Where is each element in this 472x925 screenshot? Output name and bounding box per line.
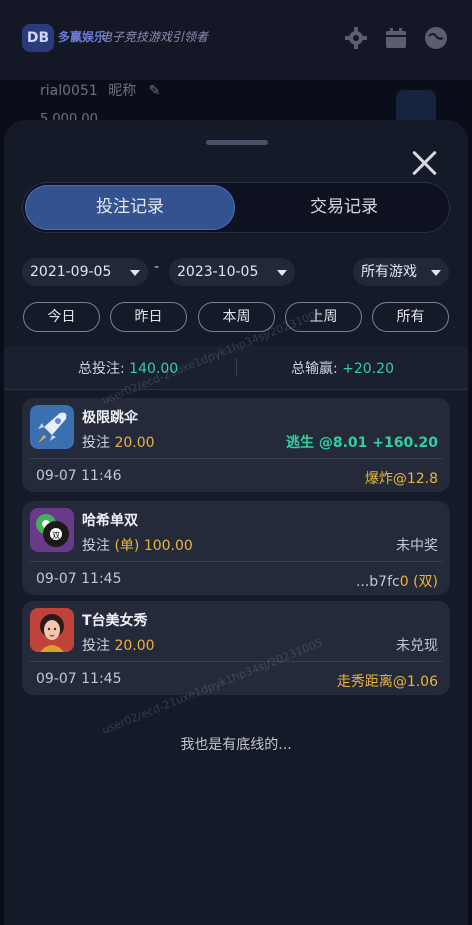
hash-result: 0 (双) bbox=[399, 574, 438, 590]
end-of-list-text: 我也是有底线的... bbox=[180, 737, 292, 753]
total-bet: 总投注: 140.00 bbox=[78, 358, 178, 378]
bet-result: 未中奖 bbox=[396, 538, 438, 554]
total-bet-value: 140.00 bbox=[129, 361, 179, 377]
bet-amount: 投注 20.00 bbox=[82, 432, 155, 452]
hash-prefix: ...b7fc bbox=[355, 574, 400, 590]
caret-down-icon bbox=[277, 270, 287, 276]
range-this-week-button[interactable]: 本周 bbox=[198, 302, 275, 332]
record-tabs: 投注记录 交易记录 bbox=[22, 182, 450, 233]
app-logo: DB bbox=[22, 24, 54, 52]
card-divider bbox=[30, 561, 442, 562]
bet-label: 投注 bbox=[82, 435, 110, 451]
start-date-value: 2021-09-05 bbox=[30, 264, 112, 280]
record-card[interactable]: T台美女秀 投注 20.00 未兑现 09-07 11:45 走秀距离@1.06 bbox=[22, 601, 450, 695]
calendar-icon[interactable] bbox=[384, 26, 408, 50]
username-row: rial0051 昵称 ✎ bbox=[40, 80, 160, 100]
card-divider bbox=[30, 458, 442, 459]
record-card[interactable]: 极限跳伞 投注 20.00 逃生 @8.01 +160.20 09-07 11:… bbox=[22, 398, 450, 492]
rocket-icon bbox=[30, 405, 74, 449]
woman-portrait-icon bbox=[30, 608, 74, 652]
caret-down-icon bbox=[431, 270, 441, 276]
bet-value: (单) 100.00 bbox=[114, 538, 193, 554]
bet-detail: 走秀距离@1.06 bbox=[336, 674, 438, 690]
bet-result: 逃生 @8.01 +160.20 bbox=[285, 435, 438, 451]
bet-time: 09-07 11:45 bbox=[36, 671, 122, 687]
pencil-icon[interactable]: ✎ bbox=[149, 83, 161, 99]
range-yesterday-button[interactable]: 昨日 bbox=[110, 302, 187, 332]
close-icon[interactable] bbox=[408, 147, 440, 179]
total-win-value: +20.20 bbox=[342, 361, 394, 377]
bet-time: 09-07 11:45 bbox=[36, 571, 122, 587]
bet-label: 投注 bbox=[82, 638, 110, 654]
bet-detail: 爆炸@12.8 bbox=[364, 471, 438, 487]
date-separator: - bbox=[154, 259, 160, 275]
total-win: 总输赢: +20.20 bbox=[291, 358, 394, 378]
brand-slogan: 电子竞技游戏引领者 bbox=[100, 30, 209, 44]
game-name: T台美女秀 bbox=[82, 613, 148, 629]
username: rial0051 bbox=[40, 83, 98, 99]
record-card[interactable]: 双 哈希单双 投注 (单) 100.00 未中奖 09-07 11:45 ...… bbox=[22, 501, 450, 595]
brand-name: 多赢娱乐 bbox=[58, 30, 107, 44]
total-bet-label: 总投注: bbox=[78, 361, 125, 377]
bet-value: 20.00 bbox=[114, 435, 155, 451]
bet-value: 20.00 bbox=[114, 638, 155, 654]
bet-amount: 投注 (单) 100.00 bbox=[82, 535, 193, 555]
tab-bet-records[interactable]: 投注记录 bbox=[25, 185, 235, 230]
summary-bar: 总投注: 140.00 总输赢: +20.20 bbox=[4, 346, 468, 390]
bet-records-modal: 投注记录 交易记录 2021-09-05 - 2023-10-05 所有游戏 今… bbox=[4, 120, 468, 925]
bet-amount: 投注 20.00 bbox=[82, 635, 155, 655]
drag-handle[interactable] bbox=[206, 140, 268, 145]
summary-divider bbox=[236, 358, 237, 376]
total-win-label: 总输赢: bbox=[291, 361, 338, 377]
game-select-value: 所有游戏 bbox=[361, 264, 417, 280]
billiard-ball-icon: 双 bbox=[30, 508, 74, 552]
start-date-select[interactable]: 2021-09-05 bbox=[22, 258, 148, 286]
game-select[interactable]: 所有游戏 bbox=[353, 258, 449, 286]
nickname-label: 昵称 bbox=[108, 83, 137, 99]
caret-down-icon bbox=[130, 270, 140, 276]
card-divider bbox=[30, 661, 442, 662]
game-name: 哈希单双 bbox=[82, 513, 138, 529]
bet-time: 09-07 11:46 bbox=[36, 468, 122, 484]
bet-label: 投注 bbox=[82, 538, 110, 554]
range-today-button[interactable]: 今日 bbox=[23, 302, 100, 332]
bet-result: 未兑现 bbox=[396, 638, 438, 654]
bet-detail: ...b7fc0 (双) bbox=[356, 571, 438, 591]
range-last-week-button[interactable]: 上周 bbox=[285, 302, 362, 332]
end-date-select[interactable]: 2023-10-05 bbox=[169, 258, 295, 286]
gear-icon[interactable] bbox=[344, 26, 368, 50]
end-date-value: 2023-10-05 bbox=[177, 264, 259, 280]
range-all-button[interactable]: 所有 bbox=[372, 302, 449, 332]
globe-icon[interactable] bbox=[424, 26, 448, 50]
game-name: 极限跳伞 bbox=[82, 410, 138, 426]
tab-transaction-records[interactable]: 交易记录 bbox=[239, 185, 449, 230]
svg-text:双: 双 bbox=[52, 531, 60, 540]
